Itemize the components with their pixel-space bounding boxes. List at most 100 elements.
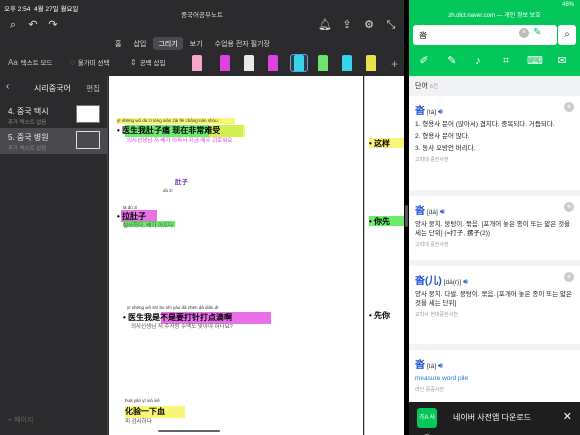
handwriting-icon[interactable]: ✎ (533, 27, 541, 38)
search-icon[interactable]: ⌕ (558, 25, 576, 45)
ribbon-tabs: 홈 삽입 그리기 보기 수업용 전자 필기장 (110, 37, 275, 50)
text-mode-button[interactable]: Aa 텍스트 모드 (8, 57, 53, 67)
entry-card[interactable]: 沓 [tà] 🔊︎ measure word pile 라인 중중사전 (409, 350, 580, 402)
chinese-line: • 先你 (369, 311, 391, 320)
entry-definition: 양사 뭉치. 다발. 뭉텅이. 묶음. [포개어 놓은 종이 또는 얇은 것을 … (415, 291, 572, 307)
camera-icon[interactable]: ⌗ (499, 54, 513, 68)
highlighter-cyan[interactable] (294, 55, 304, 71)
entry-word: 沓 (415, 360, 425, 371)
chat-icon[interactable]: ✉ (555, 54, 569, 68)
search-bar: 沓 × ✎ ⌕ (409, 22, 580, 48)
pinyin-input-icon[interactable]: ✐ (417, 54, 431, 68)
pinyin-line: yī shēng wǒ shì bu shì yào dǎ zhēn dǎ di… (127, 305, 219, 310)
eraser-pen[interactable] (192, 55, 202, 71)
sidebar-header: ‹ 시리중국어 편집 (0, 76, 108, 98)
add-wordbook-icon[interactable]: + (564, 102, 574, 112)
highlighter-green[interactable] (318, 55, 328, 71)
pen-magenta-2[interactable] (268, 55, 278, 71)
pen-white[interactable] (244, 55, 254, 71)
entry-reading: [dá] (427, 209, 438, 216)
dictionary-app-logo: 가A 사전 (417, 408, 437, 428)
lasso-icon: ◌ (70, 58, 75, 67)
chinese-line: • 这样 (369, 139, 391, 148)
entry-definition: 양사 뭉치. 뭉텅이. 묶음. [포개어 놓은 종이 또는 얇은 것을 세는 단… (415, 221, 571, 237)
pen-input-icon[interactable]: ✎ (445, 54, 459, 68)
entry-card[interactable]: 沓 [tà] 🔊︎ + 1. 형용사 문어 (많아서) 겹치다. 중복되다. 거듭되… (409, 96, 580, 190)
entry-source: 고려대 중한사전 (415, 242, 449, 248)
speaker-icon[interactable]: 🔊︎ (438, 361, 443, 370)
entry-source: 교학사 현대중한사전 (415, 312, 458, 318)
keyboard-icon[interactable]: ⌨ (527, 54, 543, 68)
tab-draw[interactable]: 그리기 (153, 37, 183, 50)
entry-reading: [tà] (427, 363, 437, 370)
tab-insert[interactable]: 삽입 (128, 37, 151, 50)
speaker-icon[interactable]: 🔊︎ (440, 207, 445, 216)
edit-button[interactable]: 편집 (86, 83, 100, 94)
app-download-banner[interactable]: 가A 사전 네이버 사전앱 다운로드 ✕ (409, 402, 580, 435)
entry-head: 沓 [dá] 🔊︎ (415, 202, 574, 217)
back-icon[interactable]: ‹ (6, 81, 9, 92)
entry-definition: measure word pile (415, 375, 469, 382)
pinyin-line: dù zi (163, 188, 173, 193)
entry-reading: [tà] (427, 109, 437, 116)
banner-text: 네이버 사전앱 다운로드 (453, 413, 532, 422)
add-wordbook-icon[interactable]: + (564, 272, 574, 282)
url-bar[interactable]: zh.dict.naver.com — 개인 정보 보호 (409, 10, 580, 19)
note-canvas-next[interactable]: • 这样 • 你先 • 先你 (364, 76, 404, 435)
lasso-button[interactable]: ◌ 올가미 선택 (70, 57, 109, 67)
pinyin-line: yī shēng wǒ dù zi téng xiàn zài fēi chán… (117, 118, 218, 123)
page-item-hospital[interactable]: 5. 중국 병원 추가 텍스트 없음 (0, 128, 108, 154)
browser-status-bar: 48% zh.dict.naver.com — 개인 정보 보호 (409, 0, 580, 22)
entry-word: 沓(儿) (415, 276, 442, 287)
highlighter-cyan-2[interactable] (342, 55, 352, 71)
collapse-icon[interactable]: ⤡ (384, 18, 398, 32)
home-indicator (158, 430, 220, 432)
page-subtitle: 추가 텍스트 없음 (8, 120, 47, 126)
pinyin-line: huà yàn yí xià xiě (125, 398, 160, 403)
entry-definition: 3. 동사 오방언 버리다. (415, 145, 476, 152)
tab-class-notebook[interactable]: 수업용 전자 필기장 (210, 37, 275, 50)
add-page-button[interactable]: + 페이지 (8, 415, 33, 425)
pinyin-line: lā dù zi (123, 205, 138, 210)
page-name: 4. 중국 택시 (8, 107, 49, 116)
page-name: 5. 중국 병원 (8, 133, 49, 142)
insert-space-icon: ⇕ (130, 58, 137, 67)
entry-card[interactable]: 沓 [dá] 🔊︎ + 양사 뭉치. 뭉텅이. 묶음. [포개어 놓은 종이 또는 … (409, 196, 580, 260)
entry-head: 沓 [tà] 🔊︎ (415, 102, 574, 117)
gear-icon[interactable]: ⚙ (362, 18, 376, 32)
undo-icon[interactable]: ↶ (26, 18, 40, 32)
speaker-icon[interactable]: 🔊︎ (438, 107, 443, 116)
results-area: 단어 6건 沓 [tà] 🔊︎ + 1. 형용사 문어 (많아서) 겹치다. 중복되… (409, 76, 580, 435)
close-icon[interactable]: ✕ (563, 410, 572, 423)
add-pen-icon[interactable]: + (391, 57, 398, 71)
entry-word: 沓 (415, 206, 425, 217)
korean-line: 의사선생님 저 주사랑 수액도 맞아야 하나요? (131, 324, 233, 330)
add-wordbook-icon[interactable]: + (564, 202, 574, 212)
pen-magenta[interactable] (220, 55, 230, 71)
dictionary-app: 48% zh.dict.naver.com — 개인 정보 보호 沓 × ✎ ⌕… (409, 0, 580, 435)
speaker-icon[interactable]: 🔊︎ (463, 277, 468, 286)
chinese-line: 化验一下血 (125, 407, 165, 416)
search-icon[interactable]: ⌕ (6, 18, 20, 32)
bell-icon[interactable]: 🔔︎ (318, 18, 332, 32)
page-item-taxi[interactable]: 4. 중국 택시 추가 텍스트 없음 (0, 102, 108, 128)
entry-reading: [dá(r)] (443, 279, 462, 286)
entry-card[interactable]: 沓(儿) [dá(r)] 🔊︎ + 양사 뭉치. 다발. 뭉텅이. 묶음. [포개어… (409, 266, 580, 344)
insert-space-button[interactable]: ⇕ 공백 삽입 (130, 57, 165, 67)
redo-icon[interactable]: ↷ (46, 18, 60, 32)
divider-grip[interactable] (405, 205, 408, 227)
page-thumbnail (76, 131, 100, 149)
clear-icon[interactable]: × (519, 28, 529, 38)
highlighter-yellow[interactable] (366, 55, 376, 71)
tab-home[interactable]: 홈 (110, 37, 126, 50)
section-title: 시리중국어 (34, 84, 71, 93)
result-count: 단어 6건 (415, 83, 438, 90)
share-icon[interactable]: ⇪ (340, 18, 354, 32)
tab-view[interactable]: 보기 (185, 37, 208, 50)
entry-head: 沓 [tà] 🔊︎ (415, 356, 574, 371)
page-thumbnail (76, 105, 100, 123)
entry-word: 沓 (415, 106, 425, 117)
notes-app: 오후 2:54 4월 27일 월요일 중국어공부노트 ⌕ ↶ ↷ 🔔︎ ⇪ ⚙ … (0, 0, 404, 435)
note-canvas[interactable]: yī shēng wǒ dù zi téng xiàn zài fēi chán… (109, 76, 363, 435)
mic-icon[interactable]: ♪ (471, 54, 485, 68)
